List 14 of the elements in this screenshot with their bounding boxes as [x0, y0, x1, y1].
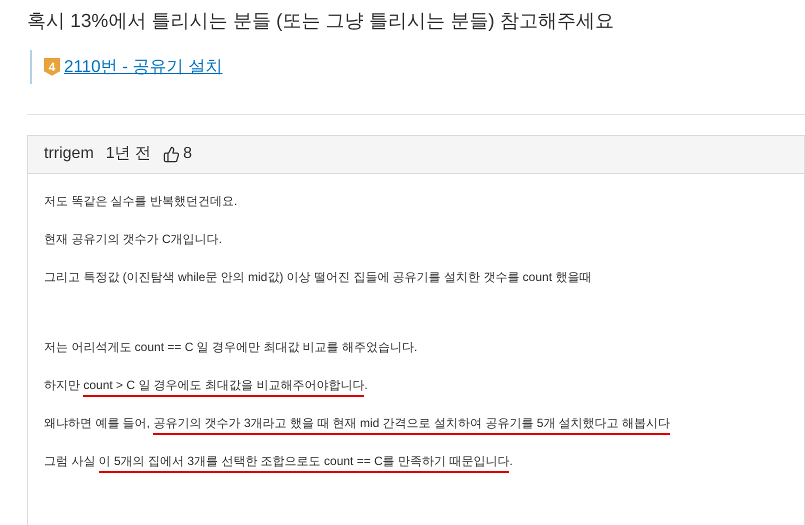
- thumbs-up-icon[interactable]: [163, 146, 180, 162]
- comment-paragraph: 저는 어리석게도 count == C 일 경우에만 최대값 비교를 해주었습니다.: [44, 338, 418, 356]
- tier-badge: 4: [44, 58, 60, 76]
- problem-link[interactable]: 2110번 - 공유기 설치: [64, 54, 222, 80]
- post-title: 혹시 13%에서 틀리시는 분들 (또는 그냥 틀리시는 분들) 참고해주세요: [27, 10, 615, 34]
- like-count: 8: [183, 144, 192, 164]
- comment-paragraph: 저도 똑같은 실수를 반복했던건데요.: [44, 192, 238, 210]
- post-time: 1년 전: [106, 144, 152, 164]
- comment-paragraph: 하지만 count > C 일 경우에도 최대값을 비교해주어야합니다.: [44, 376, 788, 394]
- comment-paragraph: 그리고 특정값 (이진탐색 while문 안의 mid값) 이상 떨어진 집들에 공유기를 설치한 갯수를 count 했을때: [44, 268, 592, 286]
- comment-paragraph: 그럼 사실 이 5개의 집에서 3개를 선택한 조합으로도 count == C를 만족하기 때문입니다.: [44, 452, 788, 470]
- author-name[interactable]: trrigem: [44, 142, 94, 166]
- comment-paragraph: 왜냐하면 예를 들어, 공유기의 갯수가 3개라고 했을 때 현재 mid 간격으로 설치하여 공유기를 5개 설치했다고 해봅시다: [44, 414, 788, 432]
- comment-paragraph: 현재 공유기의 갯수가 C개입니다.: [44, 230, 224, 248]
